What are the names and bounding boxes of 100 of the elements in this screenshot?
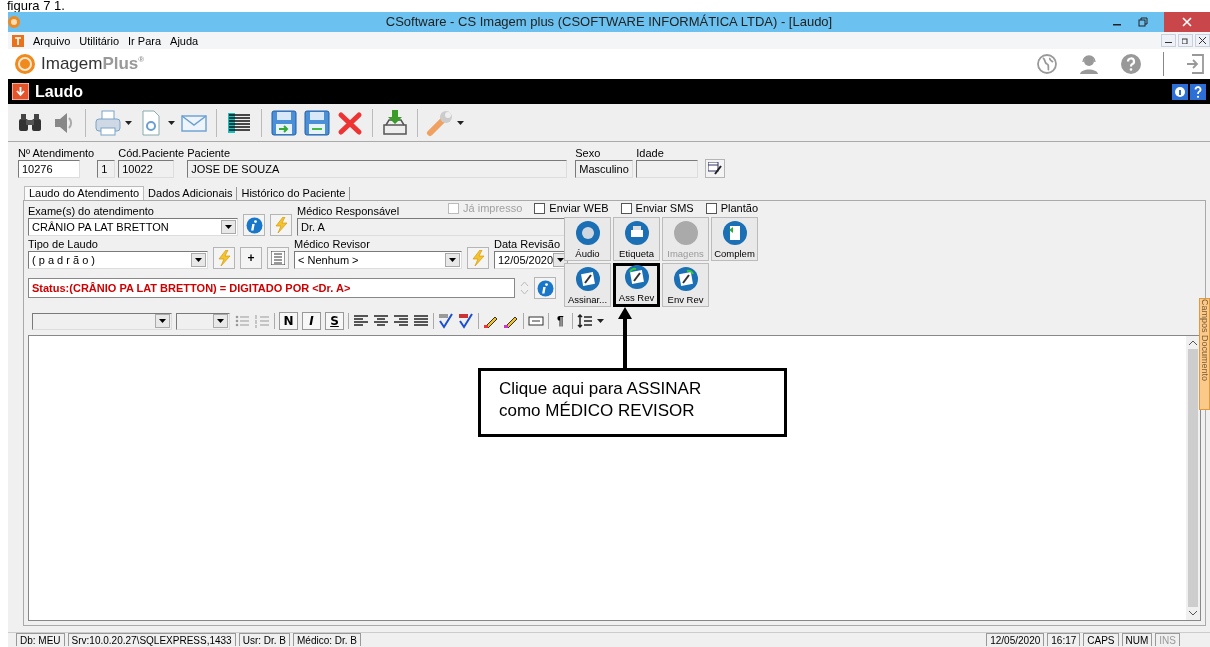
info-icon	[536, 279, 554, 297]
field-label: Médico Revisor	[294, 238, 370, 251]
field-box-icon[interactable]	[528, 313, 544, 329]
dropdown[interactable]	[32, 312, 172, 330]
form-icon	[12, 83, 29, 100]
support-agent-icon[interactable]	[1079, 54, 1099, 74]
action-button[interactable]: Complem	[711, 217, 758, 261]
info-icon[interactable]	[1172, 83, 1188, 100]
callout-text: Clique aqui para ASSINAR como MÉDICO REVISOR	[478, 368, 787, 437]
status-bar-item: Usr: Dr. B	[238, 633, 290, 646]
restore-icon	[1182, 37, 1189, 44]
dropdown-button[interactable]	[191, 253, 206, 267]
patient-field[interactable]: JOSE DE SOUZA	[187, 160, 568, 178]
checkbox[interactable]: Plantão	[705, 201, 758, 215]
field-label: Cód.Paciente	[118, 147, 185, 159]
patient-field[interactable]: 1	[97, 160, 116, 178]
action-button[interactable]: Etiqueta	[613, 217, 660, 261]
bullet-list-icon[interactable]	[234, 313, 250, 329]
checkbox[interactable]: Enviar SMS	[620, 201, 694, 215]
action-button[interactable]: Ass Rev	[613, 263, 660, 307]
scroll-up-icon	[1189, 340, 1197, 345]
menu-item[interactable]: Utilitário	[79, 34, 120, 47]
side-tab[interactable]: Campos Documento	[1199, 298, 1210, 410]
format-button[interactable]: I	[302, 312, 321, 330]
dropdown[interactable]: < Nenhum >	[294, 251, 462, 269]
caret-icon	[159, 319, 166, 323]
dropdown-button[interactable]	[213, 314, 228, 328]
brand-suffix: Plus$^{®}$	[102, 54, 145, 74]
dropdown[interactable]: CRÂNIO PA LAT BRETTON	[28, 218, 238, 236]
status-bar-item: NUM	[1121, 633, 1153, 646]
close-icon	[1182, 17, 1192, 27]
list-button[interactable]	[267, 247, 289, 269]
status-bar-item: 16:17	[1047, 633, 1081, 646]
checkbox[interactable]: Enviar WEB	[534, 201, 609, 215]
status-bar-item: Srv:10.0.20.27\SQLEXPRESS,1433	[67, 633, 236, 646]
save-icon[interactable]	[303, 108, 331, 137]
tab[interactable]: Laudo do Atendimento	[24, 186, 145, 200]
caret-icon	[225, 225, 232, 229]
lightning-icon	[471, 250, 485, 266]
patient-field[interactable]: 10022	[118, 160, 175, 178]
dropdown[interactable]: 12/05/2020	[494, 251, 568, 269]
info-button[interactable]	[534, 277, 556, 299]
caret-icon[interactable]	[596, 319, 604, 323]
align-right-icon[interactable]	[393, 313, 409, 329]
field-label: Paciente	[187, 147, 231, 159]
inbox-download-icon[interactable]	[381, 108, 409, 137]
edit-date-button[interactable]	[705, 159, 726, 178]
format-button[interactable]: N	[279, 312, 298, 330]
field-label: Data Revisão	[494, 238, 561, 251]
signature-icon	[574, 266, 601, 292]
format-button[interactable]: S	[325, 312, 344, 330]
info-button[interactable]	[243, 214, 265, 236]
dropdown[interactable]: ( p a d r ã o )	[28, 251, 208, 269]
close-button[interactable]	[1195, 34, 1210, 47]
paragraph-mark-button[interactable]: ¶	[553, 314, 568, 328]
signature-icon	[672, 266, 699, 292]
menu-item[interactable]: Ir Para	[128, 34, 162, 47]
speaker-icon	[574, 220, 601, 246]
align-left-icon[interactable]	[353, 313, 369, 329]
form-title: Laudo	[35, 82, 83, 101]
justify-icon[interactable]	[413, 313, 429, 329]
dropdown-button[interactable]	[221, 220, 236, 234]
menu-item[interactable]: Arquivo	[33, 34, 71, 47]
action-button[interactable]: Assinar...	[564, 263, 611, 307]
field-label: Tipo de Laudo	[28, 238, 98, 251]
status-bar-item: 12/05/2020	[986, 633, 1045, 646]
app-logo-icon	[8, 16, 20, 28]
status-bar-item: CAPS	[1083, 633, 1119, 646]
action-button[interactable]: Env Rev	[662, 263, 709, 307]
spell-check-icon[interactable]	[458, 313, 474, 329]
align-center-icon[interactable]	[373, 313, 389, 329]
info-icon	[245, 216, 263, 234]
responsible-field[interactable]: Dr. A	[297, 218, 565, 236]
help-icon[interactable]	[1190, 83, 1206, 100]
caret-icon[interactable]	[125, 120, 132, 125]
caret-icon[interactable]	[457, 120, 464, 125]
add-button[interactable]: +	[240, 247, 262, 269]
exit-icon[interactable]	[1186, 54, 1204, 74]
arrow-icon	[617, 307, 633, 368]
dropdown[interactable]	[176, 312, 230, 330]
window-title: CSoftware - CS Imagem plus (CSOFTWARE INFORMÁTICA LTDA) - [Laudo]	[385, 13, 833, 31]
patient-field[interactable]: Masculino	[575, 160, 634, 178]
field-label: Nº Atendimento	[18, 147, 95, 159]
menu-item[interactable]: Ajuda	[170, 34, 199, 47]
scrollbar[interactable]	[1186, 336, 1200, 620]
lightning-icon	[217, 250, 231, 266]
restore-icon[interactable]	[1138, 17, 1148, 27]
line-spacing-icon[interactable]	[576, 313, 593, 329]
dropdown-button[interactable]	[155, 314, 170, 328]
action-button[interactable]: Áudio	[564, 217, 611, 261]
caret-icon	[195, 258, 202, 262]
minimize-button[interactable]	[1161, 34, 1176, 47]
text-editor[interactable]	[28, 335, 1201, 621]
caret-icon[interactable]	[168, 120, 175, 125]
field-label: Idade	[636, 147, 664, 159]
logo-icon	[15, 54, 35, 74]
patient-field[interactable]	[636, 160, 699, 178]
patient-field[interactable]: 10276	[18, 160, 80, 178]
dropdown-button[interactable]	[445, 253, 460, 267]
spell-check-icon[interactable]	[438, 313, 454, 329]
